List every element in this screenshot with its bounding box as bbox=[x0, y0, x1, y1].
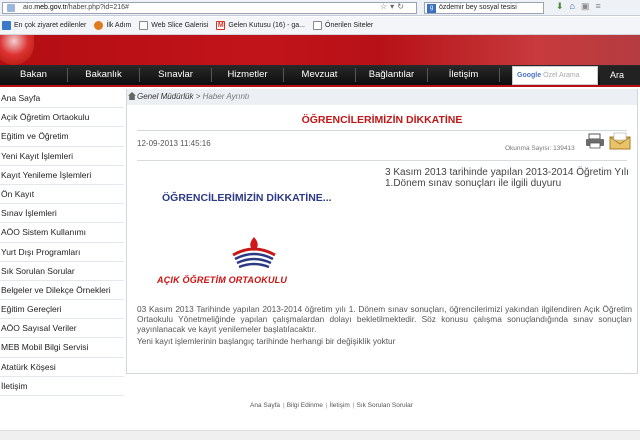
sidebar-item-home[interactable]: Ana Sayfa bbox=[0, 89, 124, 109]
image-heading: ÖĞRENCİLERİMİZİN DİKKATİNE... bbox=[162, 192, 332, 204]
breadcrumb-separator: > bbox=[193, 92, 203, 101]
page-icon bbox=[139, 21, 149, 30]
url-text: aio.meb.gov.tr/haber.php?id=216# bbox=[23, 4, 129, 11]
sidebar-item-abroad-programs[interactable]: Yurt Dışı Programları bbox=[0, 243, 124, 262]
browser-address-bar: aio.meb.gov.tr/haber.php?id=216# ☆▾↻ g ö… bbox=[0, 0, 640, 16]
nav-sinavlar[interactable]: Sınavlar bbox=[140, 68, 212, 82]
bookmarks-bar: En çok ziyaret edilenler İlk Adım Web Sl… bbox=[0, 17, 640, 35]
bookmark-most-visited[interactable]: En çok ziyaret edilenler bbox=[2, 21, 86, 30]
footer-link-faq[interactable]: Sık Sorulan Sorular bbox=[356, 402, 412, 409]
folder-icon bbox=[2, 21, 11, 30]
sidebar-item-pre-registration[interactable]: Ön Kayıt bbox=[0, 185, 124, 205]
footer-link-info[interactable]: Bilgi Edinme bbox=[287, 402, 323, 409]
nav-mevzuat[interactable]: Mevzuat bbox=[284, 68, 356, 82]
site-identity-icon[interactable] bbox=[7, 4, 15, 12]
divider bbox=[137, 130, 627, 131]
bookmark-web-slice[interactable]: Web Slice Galerisi bbox=[139, 21, 208, 30]
nav-bakanlik[interactable]: Bakanlık bbox=[68, 68, 140, 82]
email-icon[interactable] bbox=[609, 132, 631, 150]
google-icon[interactable]: g bbox=[427, 4, 436, 13]
gmail-icon: M bbox=[216, 21, 226, 30]
breadcrumb: Genel Müdürlük > Haber Ayrıntı bbox=[127, 89, 637, 105]
ministry-emblem bbox=[0, 35, 34, 65]
address-bar-actions: ☆▾↻ bbox=[380, 2, 407, 11]
sidebar-item-ataturk[interactable]: Atatürk Köşesi bbox=[0, 358, 124, 377]
firefox-icon bbox=[94, 21, 104, 30]
sidebar-item-statistics[interactable]: AÖO Sayısal Veriler bbox=[0, 319, 124, 339]
bookmark-first-step[interactable]: İlk Adım bbox=[94, 21, 131, 30]
download-icon[interactable]: ⬇ bbox=[556, 1, 570, 11]
nav-baglantilar[interactable]: Bağlantılar bbox=[356, 68, 428, 82]
sidebar-item-contact[interactable]: İletişim bbox=[0, 377, 124, 396]
article-image: ÖĞRENCİLERİMİZİN DİKKATİNE... AÇIK ÖĞRET… bbox=[147, 187, 377, 297]
breadcrumb-general-directorate[interactable]: Genel Müdürlük bbox=[137, 92, 193, 101]
sidebar-item-open-middle-school[interactable]: Açık Öğretim Ortaokulu bbox=[0, 108, 124, 128]
bookmark-gmail[interactable]: M Gelen Kutusu (16) - ga... bbox=[216, 21, 305, 30]
main-nav: Bakan Bakanlık Sınavlar Hizmetler Mevzua… bbox=[0, 65, 640, 87]
article-title: ÖĞRENCİLERİMİZİN DİKKATİNE bbox=[301, 114, 463, 126]
sidebar-menu: Ana Sayfa Açık Öğretim Ortaokulu Eğitim … bbox=[0, 89, 124, 400]
search-query: özdemir bey sosyal tesisi bbox=[439, 4, 517, 11]
breadcrumb-current: Haber Ayrıntı bbox=[202, 92, 250, 101]
view-count: Okunma Sayısı: 139413 bbox=[505, 145, 575, 152]
article-body: 03 Kasım 2013 Tarihinde yapılan 2013-201… bbox=[137, 304, 632, 334]
article-panel: Genel Müdürlük > Haber Ayrıntı ÖĞRENCİLE… bbox=[126, 89, 638, 374]
browser-status-bar bbox=[0, 430, 640, 440]
sidebar-item-renewal[interactable]: Kayıt Yenileme İşlemleri bbox=[0, 166, 124, 185]
article-note: Yeni kayıt işlemlerinin başlangıç tarihi… bbox=[137, 336, 396, 346]
sidebar-item-education[interactable]: Eğitim ve Öğretim bbox=[0, 127, 124, 147]
article-summary: 3 Kasım 2013 tarihinde yapılan 2013-2014… bbox=[385, 167, 629, 189]
browser-search-box[interactable]: g özdemir bey sosyal tesisi bbox=[424, 2, 544, 14]
site-header-banner bbox=[0, 35, 640, 65]
bookmark-star-icon[interactable]: ☆ bbox=[380, 2, 390, 11]
search-button[interactable]: Ara bbox=[600, 66, 640, 85]
aoo-logo-icon bbox=[232, 237, 276, 269]
article-date: 12-09-2013 11:45:16 bbox=[137, 139, 211, 148]
search-placeholder: Özel Arama bbox=[543, 72, 580, 79]
footer-link-home[interactable]: Ana Sayfa bbox=[250, 402, 280, 409]
sidebar-item-exams[interactable]: Sınav İşlemleri bbox=[0, 204, 124, 224]
sidebar-item-documents[interactable]: Belgeler ve Dilekçe Örnekleri bbox=[0, 281, 124, 301]
footer-links: Ana Sayfa | Bilgi Edinme | İletişim | Sık Soru… bbox=[250, 402, 413, 409]
sidebar-item-new-registration[interactable]: Yeni Kayıt İşlemleri bbox=[0, 147, 124, 166]
flag-decoration bbox=[380, 35, 640, 65]
footer-link-contact[interactable]: İletişim bbox=[330, 402, 350, 409]
bookmark-suggested-sites[interactable]: Önerilen Siteler bbox=[313, 21, 373, 30]
browser-toolbar: ⬇⌂▣≡ bbox=[556, 1, 607, 12]
reload-icon[interactable]: ↻ bbox=[397, 2, 407, 11]
url-field[interactable]: aio.meb.gov.tr/haber.php?id=216# bbox=[2, 2, 417, 14]
home-icon[interactable]: ⌂ bbox=[570, 1, 581, 11]
addon-icon[interactable]: ▣ bbox=[581, 1, 596, 11]
sidebar-item-materials[interactable]: Eğitim Gereçleri bbox=[0, 300, 124, 320]
site-search-input[interactable]: Google Özel Arama bbox=[512, 66, 598, 85]
home-icon[interactable] bbox=[128, 92, 136, 100]
sidebar-item-system-usage[interactable]: AÖO Sistem Kullanımı bbox=[0, 223, 124, 243]
menu-icon[interactable]: ≡ bbox=[596, 1, 607, 11]
google-brand: Google bbox=[517, 72, 542, 79]
logo-caption: AÇIK ÖĞRETİM ORTAOKULU bbox=[157, 275, 288, 285]
nav-hizmetler[interactable]: Hizmetler bbox=[212, 68, 284, 82]
divider bbox=[137, 160, 627, 161]
printer-icon[interactable] bbox=[585, 133, 605, 149]
sidebar-item-faq[interactable]: Sık Sorulan Sorular bbox=[0, 262, 124, 281]
page-icon bbox=[313, 21, 322, 30]
nav-iletisim[interactable]: İletişim bbox=[428, 68, 500, 82]
sidebar-item-mobile-info[interactable]: MEB Mobil Bilgi Servisi bbox=[0, 338, 124, 358]
nav-bakan[interactable]: Bakan bbox=[0, 68, 68, 82]
